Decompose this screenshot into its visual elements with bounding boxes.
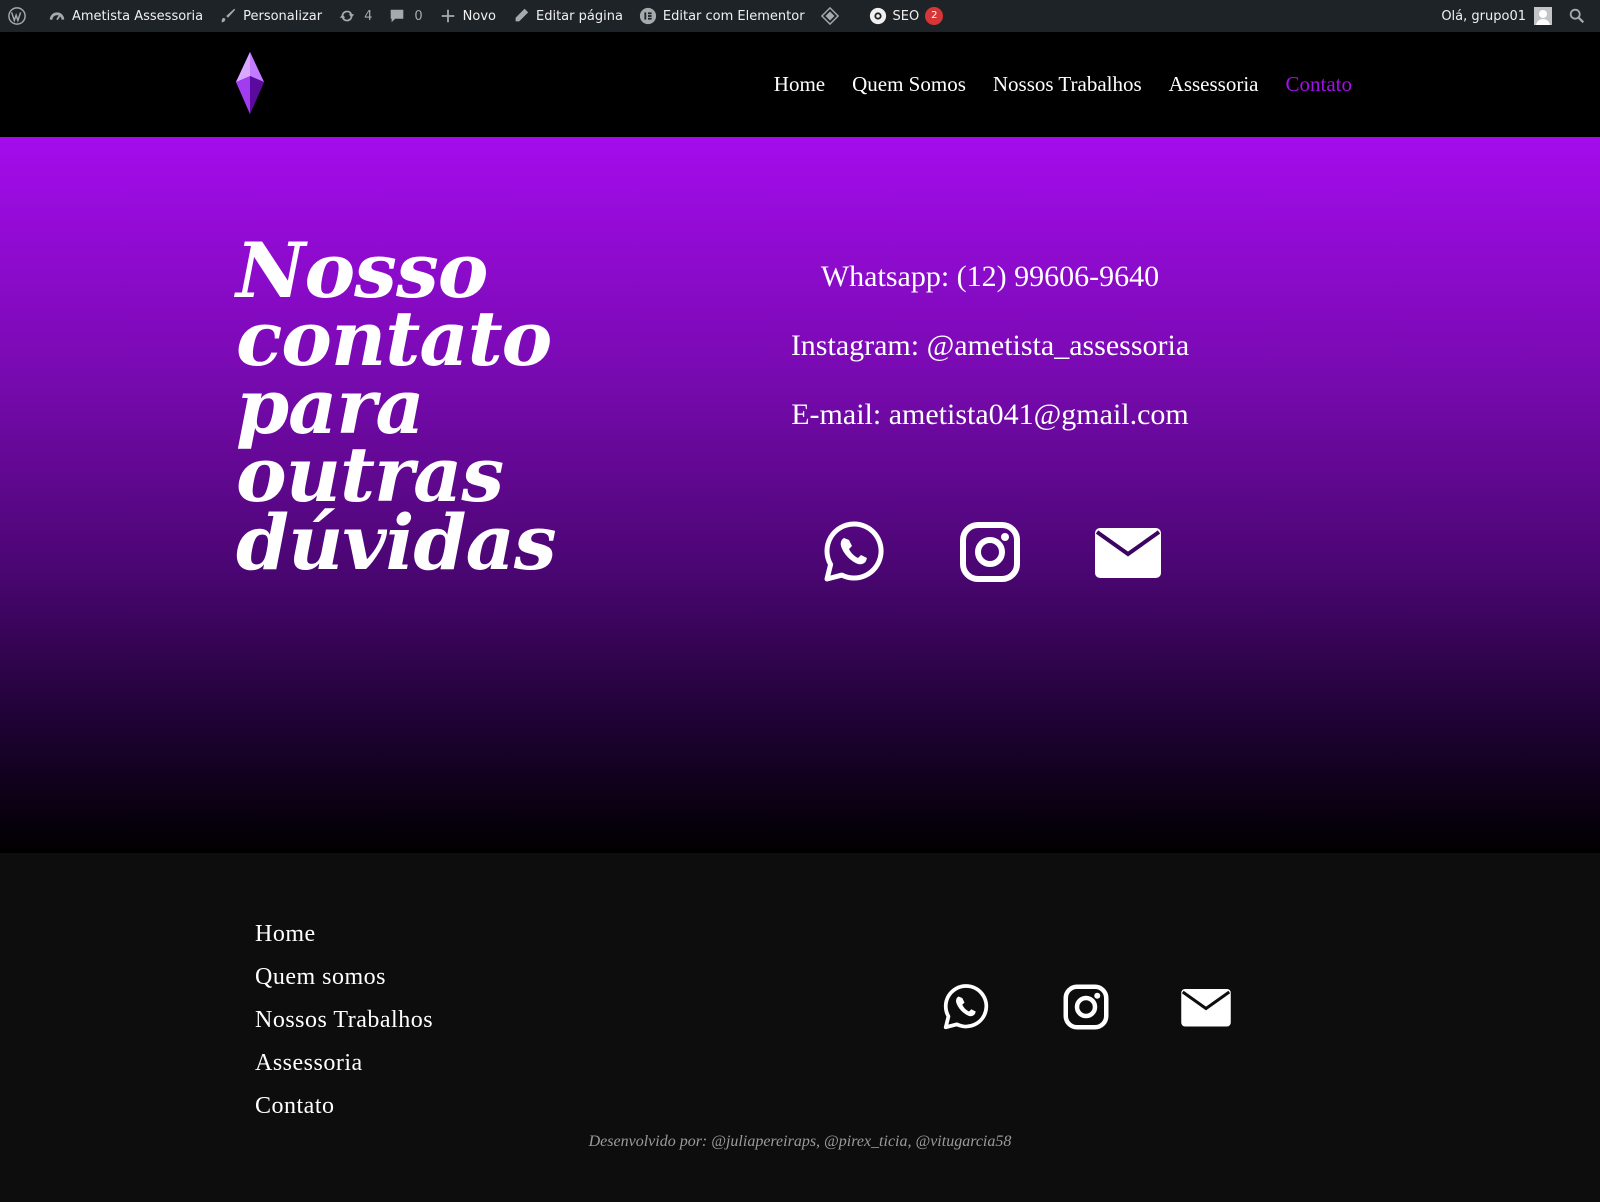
envelope-icon: [1181, 989, 1231, 1027]
edit-elementor-label: Editar com Elementor: [662, 8, 805, 24]
new-content-link[interactable]: Novo: [431, 0, 504, 32]
footer-nav: Home Quem somos Nossos Trabalhos Assesso…: [255, 913, 433, 1128]
footer-instagram-link[interactable]: [1062, 983, 1110, 1031]
edit-page-label: Editar página: [536, 8, 623, 24]
updates-count: 4: [364, 8, 373, 24]
edit-page-link[interactable]: Editar página: [504, 0, 631, 32]
nav-contato[interactable]: Contato: [1286, 72, 1353, 97]
email-text: E-mail: ametista041@gmail.com: [791, 398, 1189, 431]
comment-icon: [391, 9, 404, 23]
pencil-icon: [515, 8, 529, 22]
footer-nav-assessoria[interactable]: Assessoria: [255, 1042, 433, 1085]
hero-instagram-link[interactable]: [958, 520, 1022, 584]
site-name-link[interactable]: Ametista Assessoria: [40, 0, 211, 32]
search-button[interactable]: [1560, 0, 1600, 32]
footer-nav-nossos-trabalhos[interactable]: Nossos Trabalhos: [255, 999, 433, 1042]
contact-info: Whatsapp: (12) 99606-9640 Instagram: @am…: [690, 257, 1290, 464]
instagram-text: Instagram: @ametista_assessoria: [790, 329, 1190, 362]
footer-whatsapp-link[interactable]: [942, 983, 990, 1031]
footer-nav-home[interactable]: Home: [255, 913, 433, 956]
diamond-icon: [820, 7, 839, 25]
amethyst-logo-icon: [236, 52, 264, 114]
elementor-icon: [639, 7, 657, 25]
site-logo[interactable]: [236, 52, 264, 114]
site-footer: Home Quem somos Nossos Trabalhos Assesso…: [0, 853, 1600, 1202]
user-account-menu[interactable]: Olá, grupo01: [1433, 0, 1560, 32]
nav-assessoria[interactable]: Assessoria: [1169, 72, 1259, 97]
wordpress-icon: [8, 7, 26, 25]
whatsapp-icon: [943, 984, 989, 1030]
main-nav: Home Quem Somos Nossos Trabalhos Assesso…: [774, 32, 1352, 137]
hero-title: Nosso contato para outras dúvidas: [236, 233, 557, 587]
site-header: Home Quem Somos Nossos Trabalhos Assesso…: [0, 32, 1600, 137]
footer-nav-quem-somos[interactable]: Quem somos: [255, 956, 433, 999]
hero-title-line: dúvidas: [236, 498, 557, 587]
nav-home[interactable]: Home: [774, 72, 825, 97]
admin-bar: Ametista Assessoria Personalizar 4 0 Nov…: [0, 0, 1600, 32]
customize-link[interactable]: Personalizar: [211, 0, 330, 32]
envelope-icon: [1095, 528, 1161, 578]
site-name-label: Ametista Assessoria: [72, 8, 204, 24]
hero-email-link[interactable]: [1094, 520, 1162, 584]
edit-elementor-link[interactable]: Editar com Elementor: [631, 0, 813, 32]
avatar: [1534, 7, 1552, 25]
instagram-icon: [1063, 984, 1109, 1030]
footer-nav-contato[interactable]: Contato: [255, 1085, 433, 1128]
comments-count: 0: [414, 8, 423, 24]
seo-label: SEO: [892, 8, 920, 24]
brush-icon: [221, 8, 236, 23]
refresh-icon: [339, 10, 355, 22]
updates-link[interactable]: 4: [330, 0, 380, 32]
footer-credits: Desenvolvido por: @juliapereiraps, @pire…: [588, 1133, 1012, 1150]
plus-icon: [441, 9, 454, 23]
seo-link[interactable]: SEO 2: [861, 0, 952, 32]
seo-gear-icon: [869, 7, 886, 25]
greeting-label: Olá, grupo01: [1441, 8, 1526, 24]
new-label: Novo: [462, 8, 496, 24]
contact-hero: Nosso contato para outras dúvidas Whatsa…: [0, 137, 1600, 853]
nav-quem-somos[interactable]: Quem Somos: [852, 72, 966, 97]
nav-nossos-trabalhos[interactable]: Nossos Trabalhos: [993, 72, 1142, 97]
seo-badge: 2: [925, 7, 944, 25]
comments-link[interactable]: 0: [380, 0, 430, 32]
diamond-plugin-link[interactable]: [813, 0, 853, 32]
whatsapp-text: Whatsapp: (12) 99606-9640: [820, 260, 1160, 293]
hero-whatsapp-link[interactable]: [822, 520, 886, 584]
instagram-icon: [960, 522, 1020, 582]
search-icon: [1569, 8, 1585, 24]
dashboard-icon: [49, 12, 65, 21]
whatsapp-icon: [824, 521, 884, 582]
footer-email-link[interactable]: [1180, 983, 1232, 1031]
wordpress-logo-button[interactable]: [0, 0, 40, 32]
customize-label: Personalizar: [243, 8, 323, 24]
